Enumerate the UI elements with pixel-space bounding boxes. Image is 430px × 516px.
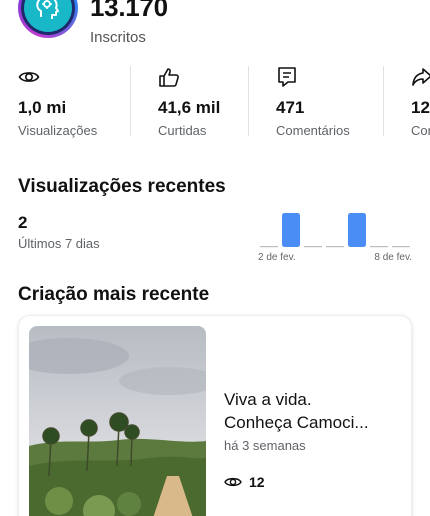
share-icon [412, 68, 430, 86]
stat-comments-value: 471 [276, 98, 305, 117]
thumbs-up-icon [159, 68, 179, 87]
stat-likes-label: Curtidas [158, 123, 207, 138]
eye-icon [18, 72, 40, 82]
video-thumbnail[interactable] [29, 326, 206, 516]
video-title[interactable]: Viva a vida. Conheça Camoci... [224, 388, 404, 434]
video-views-count: 12 [249, 474, 265, 490]
recent-views-period: Últimos 7 dias [18, 236, 100, 251]
chart-end-label: 8 de fev. [374, 252, 412, 263]
chart-bar-6 [392, 246, 410, 248]
stat-divider [383, 66, 384, 136]
chart-bar-1 [282, 213, 300, 247]
subscriber-label: Inscritos [90, 29, 146, 46]
video-views: 12 [224, 474, 265, 490]
channel-header: 13.170 Inscritos [18, 0, 418, 60]
recent-views-title: Visualizações recentes [18, 176, 226, 197]
stat-comments-label: Comentários [276, 123, 350, 138]
recent-views-chart: 2 de fev. 8 de fev. [258, 200, 412, 266]
stat-views-label: Visualizações [18, 123, 98, 138]
latest-video-card[interactable]: Viva a vida. Conheça Camoci... há 3 sema… [18, 315, 412, 516]
landscape-thumbnail-image [29, 326, 206, 516]
chart-bar-5 [370, 246, 388, 248]
chart-bar-2 [304, 246, 322, 248]
stat-shares-value: 12, [411, 98, 430, 117]
brain-head-icon [36, 0, 59, 19]
comment-icon [278, 67, 296, 87]
stat-divider [130, 66, 131, 136]
stat-shares-label: Cor [411, 123, 430, 138]
chart-start-label: 2 de fev. [258, 252, 296, 263]
stats-row: 1,0 mi Visualizações 41,6 mil Curtidas 4… [0, 62, 430, 142]
chart-bar-4 [348, 213, 366, 247]
subscriber-count: 13.170 [90, 0, 168, 22]
eye-icon [224, 477, 242, 487]
video-title-line2: Conheça Camoci... [224, 413, 369, 432]
chart-bar-3 [326, 246, 344, 248]
video-age: há 3 semanas [224, 438, 306, 453]
stat-likes-value: 41,6 mil [158, 98, 221, 117]
channel-avatar[interactable] [18, 0, 78, 38]
stat-divider [248, 66, 249, 136]
latest-creation-title: Criação mais recente [18, 284, 210, 305]
video-title-line1: Viva a vida. [224, 390, 312, 409]
recent-views-count: 2 [18, 213, 28, 232]
chart-plot [260, 213, 410, 248]
chart-bar-0 [260, 246, 278, 248]
stat-views-value: 1,0 mi [18, 98, 67, 117]
